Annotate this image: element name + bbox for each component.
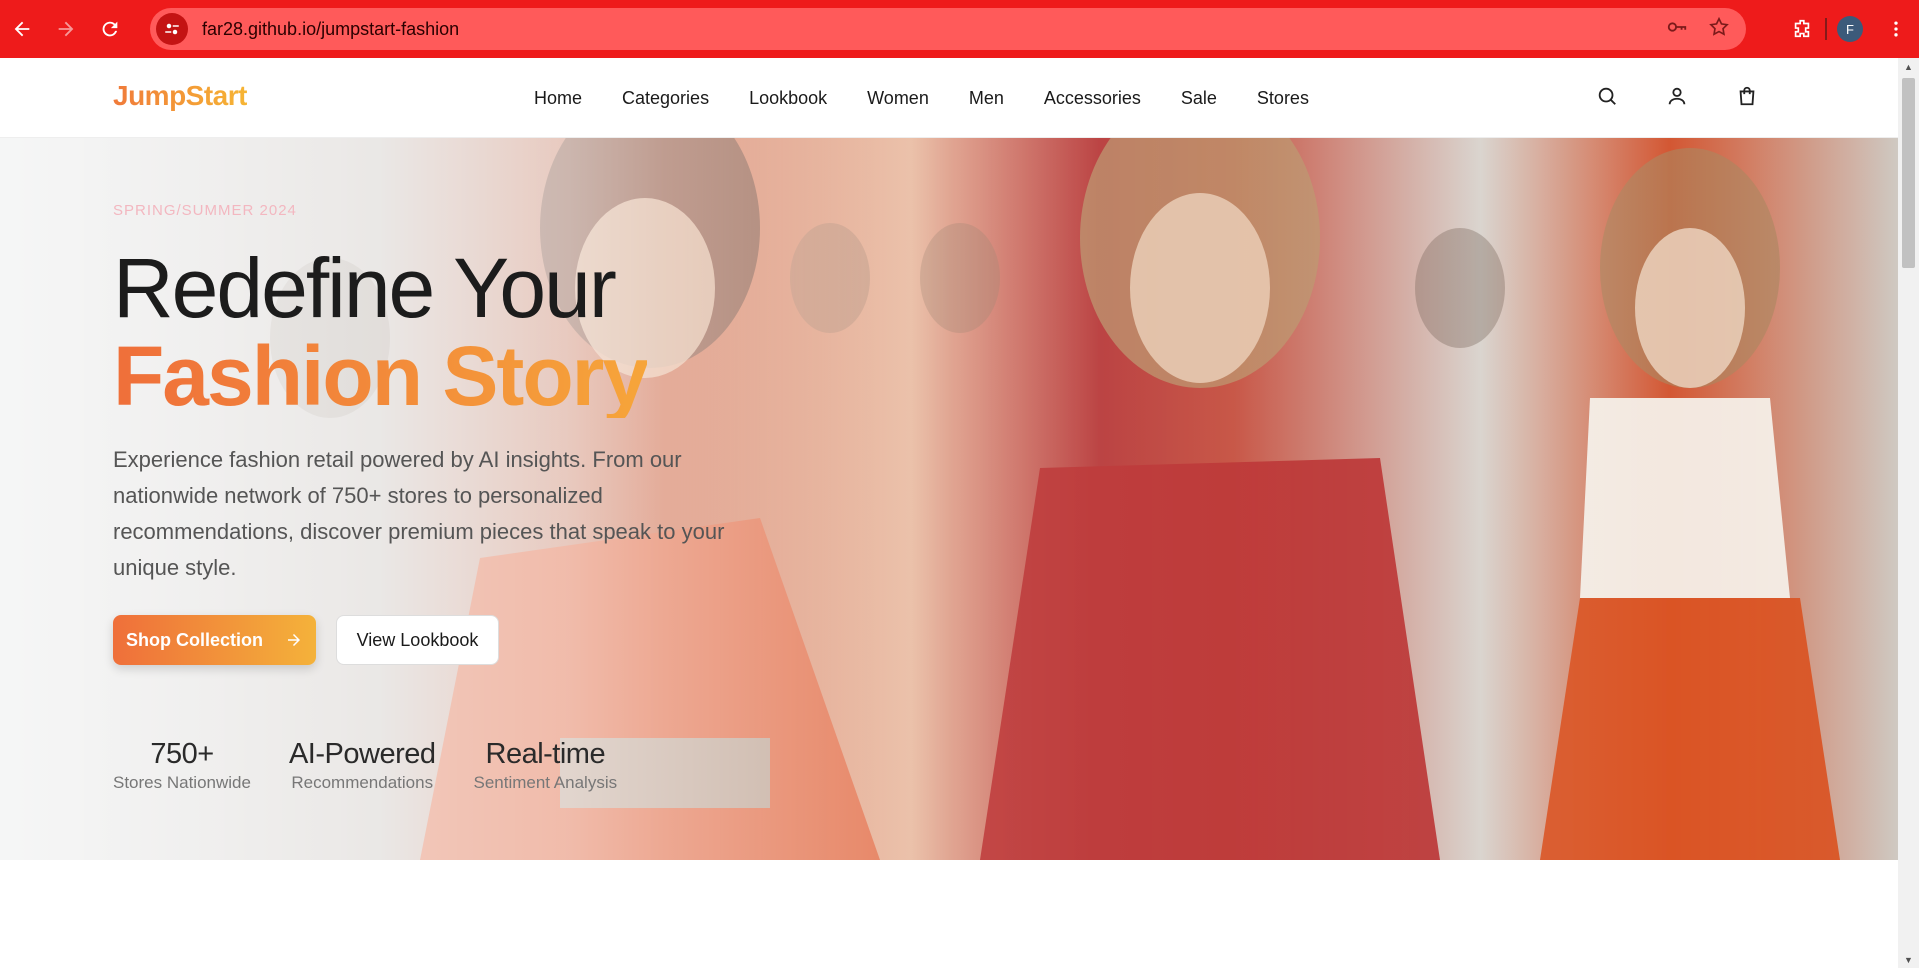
nav-stores[interactable]: Stores — [1257, 88, 1309, 109]
forward-button[interactable] — [44, 0, 88, 58]
hero-title-line2: Fashion Story — [113, 329, 649, 423]
nav-sale[interactable]: Sale — [1181, 88, 1217, 109]
scroll-down-icon[interactable]: ▼ — [1898, 951, 1919, 968]
stat-value: AI-Powered — [288, 738, 436, 770]
toolbar-divider — [1825, 18, 1827, 40]
search-icon[interactable] — [1596, 85, 1618, 112]
scroll-up-icon[interactable]: ▲ — [1898, 58, 1919, 75]
season-label: SPRING/SUMMER 2024 — [113, 202, 297, 219]
nav-accessories[interactable]: Accessories — [1044, 88, 1141, 109]
nav-categories[interactable]: Categories — [622, 88, 709, 109]
nav-home[interactable]: Home — [534, 88, 582, 109]
profile-button[interactable]: F — [1827, 0, 1873, 58]
kebab-menu-icon — [1894, 21, 1898, 37]
browser-toolbar: far28.github.io/jumpstart-fashion F — [0, 0, 1919, 58]
reload-icon — [102, 21, 118, 37]
shop-collection-label: Shop Collection — [126, 629, 263, 650]
bookmark-star-icon[interactable] — [1708, 16, 1730, 43]
stat-ai: AI-Powered Recommendations — [289, 738, 436, 793]
hero-description: Experience fashion retail powered by AI … — [113, 447, 725, 580]
stat-stores: 750+ Stores Nationwide — [113, 738, 251, 793]
header-actions — [1596, 58, 1758, 138]
nav-women[interactable]: Women — [867, 88, 929, 109]
arrow-left-icon — [14, 21, 30, 37]
stat-value: Real-time — [485, 738, 606, 770]
stat-value: 750+ — [150, 738, 214, 770]
menu-button[interactable] — [1873, 0, 1919, 58]
hero-title-line1: Redefine Your — [113, 241, 617, 335]
puzzle-icon — [1794, 19, 1810, 38]
arrow-right-icon — [288, 634, 300, 646]
scrollbar-thumb[interactable] — [1902, 78, 1915, 268]
extensions-button[interactable] — [1779, 0, 1825, 58]
site-logo[interactable]: JumpStart — [113, 80, 247, 112]
arrow-right-icon — [58, 21, 74, 37]
url-text: far28.github.io/jumpstart-fashion — [202, 18, 460, 39]
reload-button[interactable] — [88, 0, 132, 58]
web-page: JumpStart Home Categories Lookbook Women… — [0, 58, 1898, 968]
back-button[interactable] — [0, 0, 44, 58]
account-icon[interactable] — [1666, 85, 1688, 112]
nav-men[interactable]: Men — [969, 88, 1004, 109]
view-lookbook-button[interactable]: View Lookbook — [336, 615, 499, 665]
shopping-bag-icon[interactable] — [1736, 85, 1758, 112]
page-scrollbar[interactable]: ▲ ▼ — [1898, 58, 1919, 968]
stat-label: Sentiment Analysis — [473, 773, 618, 792]
hero-section: SPRING/SUMMER 2024 Redefine Your Fashion… — [0, 138, 1898, 860]
avatar: F — [1837, 16, 1863, 42]
shop-collection-button[interactable]: Shop Collection — [113, 615, 316, 665]
password-key-icon[interactable] — [1666, 16, 1688, 43]
hero-stats: 750+ Stores Nationwide AI-Powered Recomm… — [113, 738, 617, 793]
site-header: JumpStart Home Categories Lookbook Women… — [0, 58, 1898, 138]
stat-label: Stores Nationwide — [113, 773, 251, 792]
site-settings-icon[interactable] — [156, 13, 188, 45]
stat-label: Recommendations — [291, 773, 434, 792]
address-bar[interactable]: far28.github.io/jumpstart-fashion — [150, 8, 1746, 50]
nav-lookbook[interactable]: Lookbook — [749, 88, 827, 109]
main-nav: Home Categories Lookbook Women Men Acces… — [534, 58, 1309, 138]
stat-realtime: Real-time Sentiment Analysis — [473, 738, 617, 793]
